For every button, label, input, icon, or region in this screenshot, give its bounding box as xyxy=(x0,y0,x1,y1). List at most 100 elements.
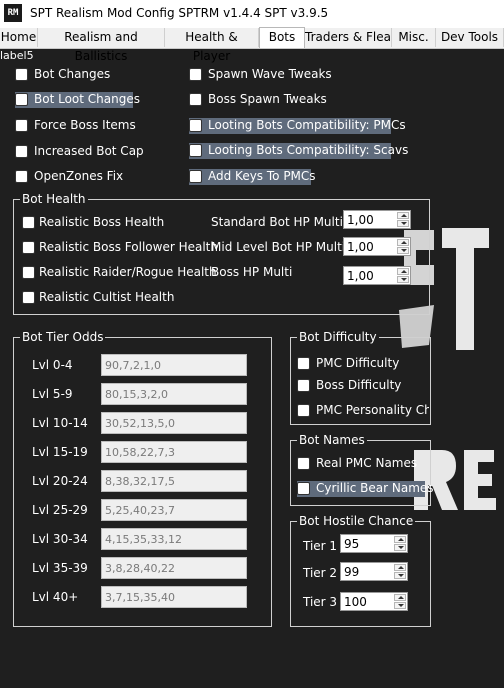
standard-bot-hp-spinner[interactable] xyxy=(397,212,409,227)
force-boss-items-checkbox[interactable] xyxy=(15,119,28,132)
cyrillic-bear-names-checkbox[interactable] xyxy=(297,482,310,495)
realistic-boss-health-checkbox[interactable] xyxy=(22,216,35,229)
spawn-wave-tweaks-option[interactable]: Spawn Wave Tweaks xyxy=(189,67,339,83)
tier-odds-input-lvl-40-plus[interactable]: 3,7,15,35,40 xyxy=(101,586,247,608)
force-boss-items-option[interactable]: Force Boss Items xyxy=(15,118,155,134)
spin-down-icon[interactable] xyxy=(394,602,406,609)
boss-spawn-tweaks-checkbox[interactable] xyxy=(189,93,202,106)
increased-bot-cap-checkbox[interactable] xyxy=(15,145,28,158)
realistic-raider-rogue-health-label: Realistic Raider/Rogue Health xyxy=(39,265,217,279)
pmc-personality-option[interactable]: PMC Personality Chan xyxy=(297,403,429,419)
tier-odds-input-lvl-10-14[interactable]: 30,52,13,5,0 xyxy=(101,412,247,434)
mid-level-bot-hp-spinner[interactable] xyxy=(397,239,409,254)
tier-odds-input-lvl-5-9[interactable]: 80,15,3,2,0 xyxy=(101,383,247,405)
tier2-hostile-input[interactable]: 99 xyxy=(340,562,408,581)
spin-down-icon[interactable] xyxy=(397,220,409,227)
tier1-spinner[interactable] xyxy=(394,536,406,551)
tier-odds-input-lvl-25-29[interactable]: 5,25,40,23,7 xyxy=(101,499,247,521)
realistic-boss-follower-health-checkbox[interactable] xyxy=(22,241,35,254)
pmc-difficulty-label: PMC Difficulty xyxy=(316,356,400,370)
real-pmc-names-option[interactable]: Real PMC Names xyxy=(297,456,429,472)
tier-label-lvl-25-29: Lvl 25-29 xyxy=(32,503,88,517)
boss-hp-spinner[interactable] xyxy=(397,268,409,283)
realistic-raider-rogue-health-option[interactable]: Realistic Raider/Rogue Health xyxy=(22,265,217,281)
tier-label-lvl-35-39: Lvl 35-39 xyxy=(32,561,88,575)
bot-names-group: Bot Names Real PMC Names Cyrillic Bear N… xyxy=(290,433,434,506)
pmc-difficulty-checkbox[interactable] xyxy=(297,357,310,370)
bot-changes-checkbox[interactable] xyxy=(15,68,28,81)
real-pmc-names-label: Real PMC Names xyxy=(316,456,418,470)
tab-bots[interactable]: Bots xyxy=(259,27,305,48)
realistic-cultist-health-label: Realistic Cultist Health xyxy=(39,290,175,304)
spin-up-icon[interactable] xyxy=(397,268,409,275)
tier-odds-value: 80,15,3,2,0 xyxy=(105,388,168,401)
pmc-difficulty-option[interactable]: PMC Difficulty xyxy=(297,356,429,372)
boss-hp-multi-label: Boss HP Multi xyxy=(211,265,293,279)
looting-bots-pmcs-option[interactable]: Looting Bots Compatibility: PMCs xyxy=(189,118,406,134)
spin-down-icon[interactable] xyxy=(394,544,406,551)
spawn-wave-tweaks-checkbox[interactable] xyxy=(189,68,202,81)
spin-up-icon[interactable] xyxy=(397,212,409,219)
spin-down-icon[interactable] xyxy=(397,276,409,283)
looting-bots-scavs-checkbox[interactable] xyxy=(189,144,202,157)
tier-odds-input-lvl-15-19[interactable]: 10,58,22,7,3 xyxy=(101,441,247,463)
realistic-cultist-health-checkbox[interactable] xyxy=(22,291,35,304)
app-logo-icon: RM xyxy=(4,4,22,22)
tier3-hostile-input[interactable]: 100 xyxy=(340,592,408,611)
boss-difficulty-checkbox[interactable] xyxy=(297,379,310,392)
tier-odds-input-lvl-30-34[interactable]: 4,15,35,33,12 xyxy=(101,528,247,550)
bot-difficulty-group: Bot Difficulty PMC Difficulty Boss Diffi… xyxy=(290,330,431,425)
standard-bot-hp-multi-input[interactable]: 1,00 xyxy=(343,210,411,229)
force-boss-items-label: Force Boss Items xyxy=(34,118,136,132)
add-keys-to-pmcs-label: Add Keys To PMCs xyxy=(208,169,316,183)
tab-dev-tools[interactable]: Dev Tools xyxy=(436,28,504,47)
standard-bot-hp-multi-value: 1,00 xyxy=(347,213,374,227)
tab-health-player[interactable]: Health & Player xyxy=(165,28,259,63)
boss-spawn-tweaks-label: Boss Spawn Tweaks xyxy=(208,92,327,106)
tab-home[interactable]: Home xyxy=(0,28,38,47)
boss-spawn-tweaks-option[interactable]: Boss Spawn Tweaks xyxy=(189,92,339,108)
bot-changes-option[interactable]: Bot Changes xyxy=(15,67,155,83)
spin-down-icon[interactable] xyxy=(397,247,409,254)
realistic-raider-rogue-health-checkbox[interactable] xyxy=(22,266,35,279)
tier-odds-input-lvl-20-24[interactable]: 8,38,32,17,5 xyxy=(101,470,247,492)
tab-misc[interactable]: Misc. xyxy=(392,28,436,47)
tier-odds-input-lvl-35-39[interactable]: 3,8,28,40,22 xyxy=(101,557,247,579)
looting-bots-pmcs-checkbox[interactable] xyxy=(189,119,202,132)
realistic-boss-follower-health-option[interactable]: Realistic Boss Follower Health xyxy=(22,240,218,256)
pmc-personality-checkbox[interactable] xyxy=(297,404,310,417)
openzones-fix-label: OpenZones Fix xyxy=(34,169,124,183)
spin-up-icon[interactable] xyxy=(394,564,406,571)
spin-up-icon[interactable] xyxy=(397,239,409,246)
spin-up-icon[interactable] xyxy=(394,594,406,601)
bot-loot-changes-option[interactable]: Bot Loot Changes xyxy=(15,92,140,108)
tab-realism-ballistics[interactable]: Realism and Ballistics xyxy=(38,28,165,63)
mid-level-bot-hp-multi-input[interactable]: 1,00 xyxy=(343,237,411,256)
realistic-cultist-health-option[interactable]: Realistic Cultist Health xyxy=(22,290,202,306)
add-keys-to-pmcs-option[interactable]: Add Keys To PMCs xyxy=(189,169,316,185)
openzones-fix-checkbox[interactable] xyxy=(15,170,28,183)
mid-level-bot-hp-multi-label: Mid Level Bot HP Multi xyxy=(211,240,346,254)
add-keys-to-pmcs-checkbox[interactable] xyxy=(189,170,202,183)
spin-down-icon[interactable] xyxy=(394,572,406,579)
tier3-spinner[interactable] xyxy=(394,594,406,609)
cyrillic-bear-names-option[interactable]: Cyrillic Bear Names xyxy=(297,481,434,497)
increased-bot-cap-option[interactable]: Increased Bot Cap xyxy=(15,144,155,160)
real-pmc-names-checkbox[interactable] xyxy=(297,457,310,470)
bot-health-group: Bot Health Realistic Boss Health Realist… xyxy=(13,192,430,315)
tier2-spinner[interactable] xyxy=(394,564,406,579)
tier2-hostile-value: 99 xyxy=(344,565,360,579)
title-bar: RM SPT Realism Mod Config SPTRM v1.4.4 S… xyxy=(0,0,504,28)
spin-up-icon[interactable] xyxy=(394,536,406,543)
tier3-hostile-value: 100 xyxy=(344,595,367,609)
realistic-boss-health-option[interactable]: Realistic Boss Health xyxy=(22,215,202,231)
tier-label-lvl-30-34: Lvl 30-34 xyxy=(32,532,88,546)
boss-hp-multi-input[interactable]: 1,00 xyxy=(343,266,411,285)
tier1-hostile-input[interactable]: 95 xyxy=(340,534,408,553)
looting-bots-scavs-option[interactable]: Looting Bots Compatibility: Scavs xyxy=(189,143,408,159)
boss-difficulty-option[interactable]: Boss Difficulty xyxy=(297,378,429,394)
tier-odds-input-lvl-0-4[interactable]: 90,7,2,1,0 xyxy=(101,354,247,376)
openzones-fix-option[interactable]: OpenZones Fix xyxy=(15,169,155,185)
bot-loot-changes-checkbox[interactable] xyxy=(15,93,28,106)
tab-traders-flea[interactable]: Traders & Flea xyxy=(305,28,392,47)
